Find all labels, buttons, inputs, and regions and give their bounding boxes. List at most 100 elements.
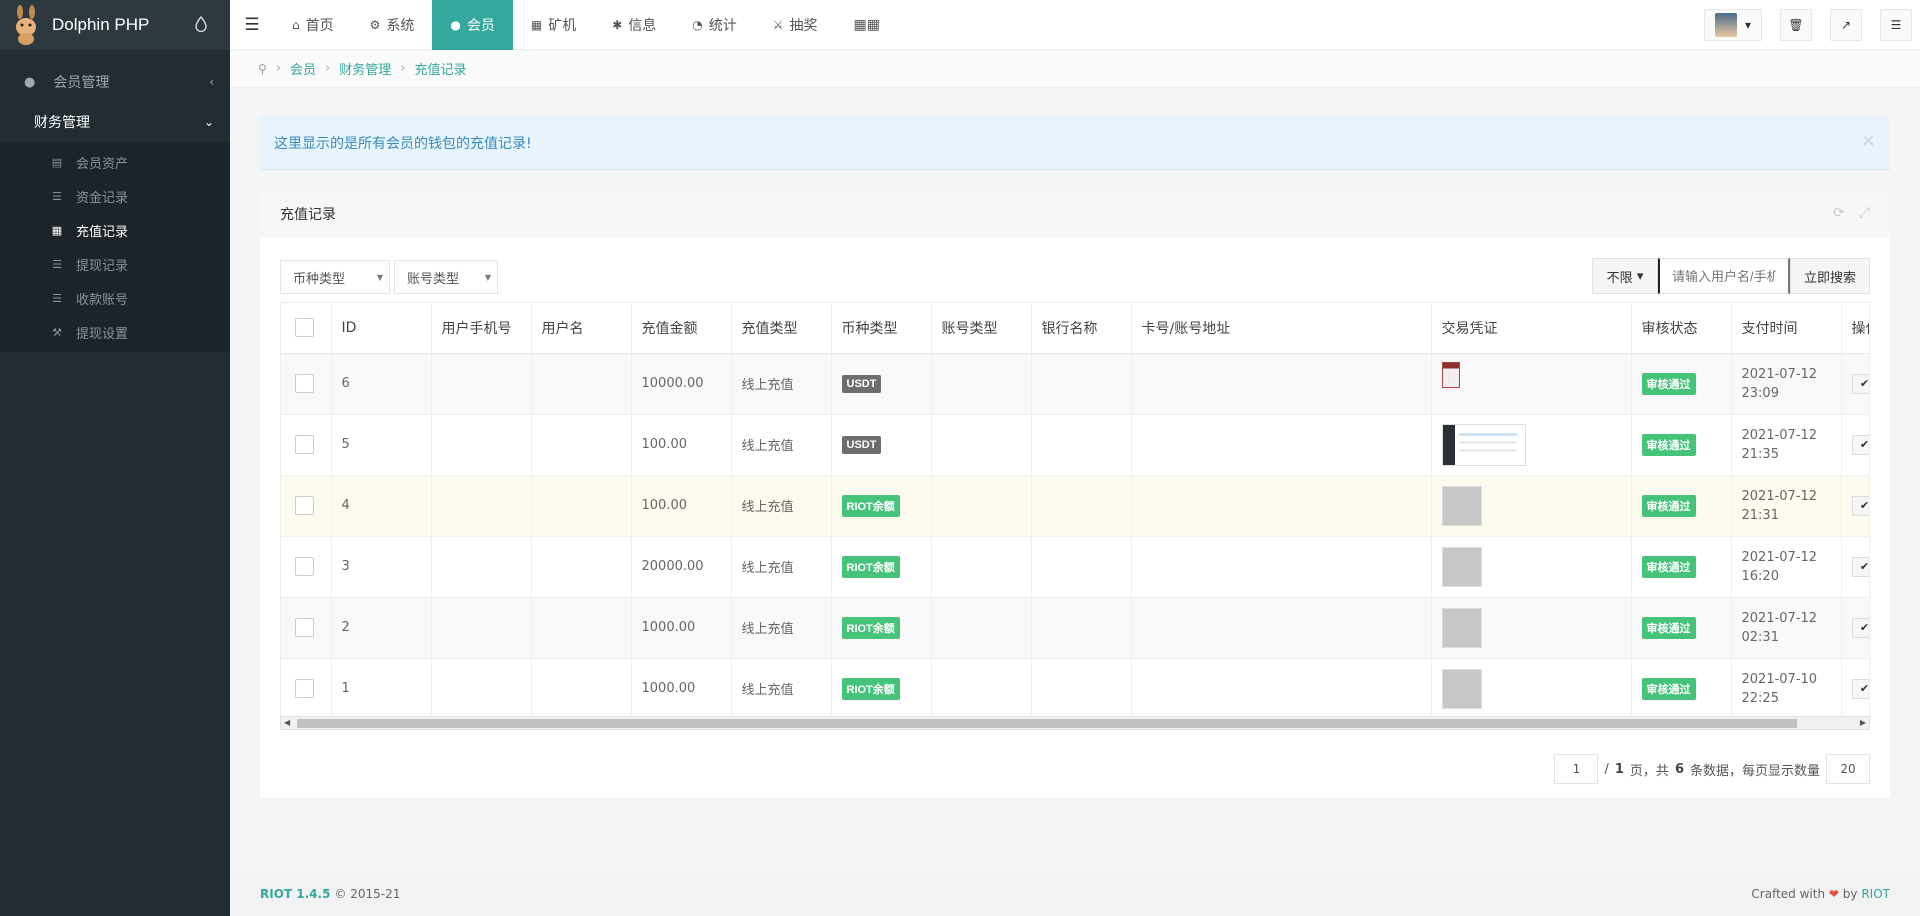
proof-image[interactable] bbox=[1441, 607, 1482, 648]
nav-stats[interactable]: ◔ 统计 bbox=[674, 0, 754, 50]
nav-info[interactable]: ✱ 信息 bbox=[594, 0, 674, 50]
column-header[interactable]: 卡号/账号地址 bbox=[1131, 303, 1432, 354]
approve-button[interactable]: ✔ bbox=[1851, 678, 1869, 699]
proof-image[interactable] bbox=[1441, 361, 1460, 388]
breadcrumb-member[interactable]: 会员 bbox=[290, 59, 316, 78]
column-header[interactable]: 充值类型 bbox=[731, 303, 832, 354]
nav-miner[interactable]: ▦ 矿机 bbox=[513, 0, 594, 50]
proof-image[interactable] bbox=[1441, 485, 1482, 526]
heart-icon: ❤ bbox=[1828, 887, 1839, 901]
table-row: 6 10000.00 线上充值 USDT 审核通过 2021-07-12 23:09 ✔ bbox=[281, 353, 1869, 415]
column-header[interactable]: 交易凭证 bbox=[1431, 303, 1632, 354]
per-page-input[interactable]: 20 bbox=[1826, 754, 1870, 784]
column-header[interactable]: 用户手机号 bbox=[431, 303, 532, 354]
sidebar-item-fund-records[interactable]: ☰ 资金记录 bbox=[0, 179, 230, 213]
chevron-left-icon: ‹ bbox=[209, 75, 214, 89]
cell-phone bbox=[431, 536, 532, 598]
scroll-left-icon[interactable]: ◀ bbox=[284, 717, 290, 729]
row-checkbox[interactable] bbox=[295, 557, 314, 576]
cell-coin-type: USDT bbox=[831, 414, 932, 476]
column-header[interactable]: ID bbox=[331, 303, 432, 354]
sidebar-item-recharge-records[interactable]: ▦ 充值记录 bbox=[0, 213, 230, 247]
proof-image[interactable] bbox=[1441, 423, 1526, 466]
nav-home[interactable]: ⌂ 首页 bbox=[274, 0, 352, 50]
row-select-cell bbox=[281, 414, 332, 476]
brand-name[interactable]: Dolphin PHP bbox=[52, 15, 149, 35]
nav-lottery[interactable]: ⚔ 抽奖 bbox=[755, 0, 836, 50]
cell-actions: ✔ bbox=[1841, 658, 1869, 720]
nav-member[interactable]: ● 会员 bbox=[432, 0, 513, 50]
select-all-checkbox[interactable] bbox=[295, 318, 314, 338]
cell-proof bbox=[1431, 353, 1632, 415]
pagination: 1 / 1 页，共 6 条数据，每页显示数量 20 bbox=[1554, 754, 1870, 784]
recharge-panel: 充值记录 ⟳ ⤢ 币种类型 ▼ 账号类型 ▼ 不限 ▾ 立即搜索 bbox=[260, 190, 1890, 798]
breadcrumb-finance[interactable]: 财务管理 bbox=[339, 59, 391, 78]
coin-type-select[interactable]: 币种类型 ▼ bbox=[280, 260, 390, 294]
user-dropdown-button[interactable]: ▾ bbox=[1704, 9, 1762, 41]
cell-account-type bbox=[931, 597, 1032, 659]
panel-tools: ⟳ ⤢ bbox=[1833, 205, 1870, 221]
approve-button[interactable]: ✔ bbox=[1851, 434, 1869, 455]
footer-author-link[interactable]: RIOT bbox=[1861, 887, 1890, 901]
row-checkbox[interactable] bbox=[295, 679, 314, 698]
table-body: 6 10000.00 线上充值 USDT 审核通过 2021-07-12 23:09 ✔ 5 10… bbox=[281, 353, 1869, 720]
column-header[interactable]: 账号类型 bbox=[931, 303, 1032, 354]
column-header[interactable]: 银行名称 bbox=[1031, 303, 1132, 354]
cell-time: 2021-07-12 23:09 bbox=[1731, 353, 1842, 415]
side-menu: ● 会员管理 ‹ 财务管理 ⌄ ▤ 会员资产 ☰ 资金记录 ▦ 充值记录 ☰ 提… bbox=[0, 62, 230, 352]
open-site-button[interactable]: ↗ bbox=[1830, 9, 1862, 41]
cell-coin-type: RIOT余额 bbox=[831, 658, 932, 720]
proof-image[interactable] bbox=[1441, 546, 1482, 587]
scroll-right-icon[interactable]: ▶ bbox=[1860, 717, 1866, 729]
clear-cache-button[interactable]: 🗑 bbox=[1780, 9, 1812, 41]
account-type-select[interactable]: 账号类型 ▼ bbox=[394, 260, 498, 294]
water-drop-icon[interactable] bbox=[194, 16, 208, 32]
dolphin-logo-icon[interactable] bbox=[12, 5, 40, 45]
page-input[interactable]: 1 bbox=[1554, 754, 1599, 784]
approve-button[interactable]: ✔ bbox=[1851, 495, 1869, 516]
sidebar-item-withdraw-records[interactable]: ☰ 提现记录 bbox=[0, 247, 230, 281]
menu-group-member[interactable]: ● 会员管理 ‹ bbox=[0, 62, 230, 102]
search-scope-dropdown[interactable]: 不限 ▾ bbox=[1592, 258, 1658, 294]
row-checkbox[interactable] bbox=[295, 435, 314, 454]
menu-toggle-icon[interactable]: ☰ bbox=[230, 15, 274, 35]
row-checkbox[interactable] bbox=[295, 618, 314, 637]
approve-button[interactable]: ✔ bbox=[1851, 617, 1869, 638]
scrollbar-thumb[interactable] bbox=[297, 719, 1797, 728]
approve-button[interactable]: ✔ bbox=[1851, 556, 1869, 577]
sidebar-item-member-assets[interactable]: ▤ 会员资产 bbox=[0, 145, 230, 179]
breadcrumb-recharge[interactable]: 充值记录 bbox=[414, 59, 466, 78]
column-header[interactable]: 充值金额 bbox=[631, 303, 732, 354]
column-header[interactable]: 支付时间 bbox=[1731, 303, 1842, 354]
column-header[interactable]: 审核状态 bbox=[1631, 303, 1732, 354]
row-checkbox[interactable] bbox=[295, 374, 314, 393]
cell-status: 审核通过 bbox=[1631, 353, 1732, 415]
horizontal-scrollbar[interactable]: ◀ ▶ bbox=[280, 716, 1870, 730]
cell-recharge-type: 线上充值 bbox=[731, 414, 832, 476]
nav-system[interactable]: ⚙ 系统 bbox=[352, 0, 433, 50]
cell-proof bbox=[1431, 536, 1632, 598]
row-checkbox[interactable] bbox=[295, 496, 314, 515]
nav-apps[interactable]: ▦▦ bbox=[836, 0, 898, 50]
column-header[interactable]: 币种类型 bbox=[831, 303, 932, 354]
user-icon: ● bbox=[24, 74, 36, 90]
cell-account-type bbox=[931, 353, 1032, 415]
search-button[interactable]: 立即搜索 bbox=[1790, 258, 1870, 294]
fullscreen-icon[interactable]: ⤢ bbox=[1859, 205, 1870, 221]
refresh-icon[interactable]: ⟳ bbox=[1833, 205, 1845, 221]
sidebar-item-payee-accounts[interactable]: ☰ 收款账号 bbox=[0, 281, 230, 315]
proof-image[interactable] bbox=[1441, 668, 1482, 709]
sidebar-item-withdraw-settings[interactable]: ⚒ 提现设置 bbox=[0, 315, 230, 349]
row-select-cell bbox=[281, 536, 332, 598]
footer-version[interactable]: RIOT 1.4.5 bbox=[260, 887, 330, 901]
menu-group-finance[interactable]: 财务管理 ⌄ bbox=[0, 102, 230, 142]
column-header[interactable]: 用户名 bbox=[531, 303, 632, 354]
close-icon[interactable]: × bbox=[1861, 130, 1876, 151]
search-input[interactable] bbox=[1658, 258, 1790, 294]
status-badge: 审核通过 bbox=[1641, 433, 1696, 456]
cell-coin-type: RIOT余额 bbox=[831, 536, 932, 598]
column-header[interactable]: 操作 bbox=[1841, 303, 1869, 354]
approve-button[interactable]: ✔ bbox=[1851, 373, 1869, 394]
side-panel-button[interactable]: ☰ bbox=[1880, 9, 1912, 41]
nav-label: 统计 bbox=[708, 17, 737, 34]
